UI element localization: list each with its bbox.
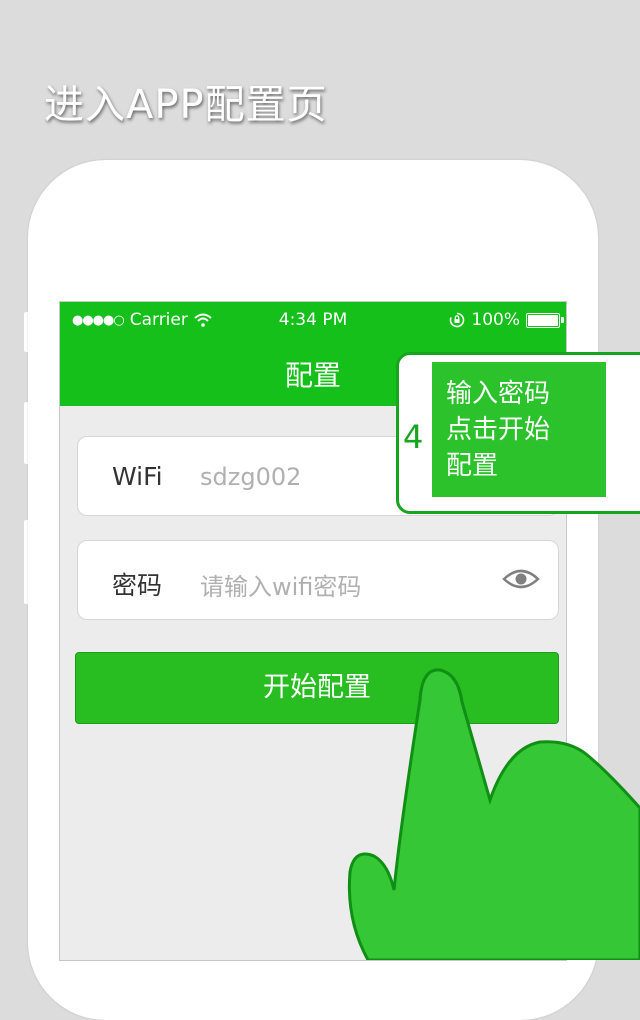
password-field[interactable]: 密码 请输入wifi密码	[77, 540, 559, 620]
headline: 进入APP配置页	[44, 82, 328, 128]
pointing-hand-icon	[347, 668, 640, 960]
battery-icon	[526, 312, 564, 328]
password-input[interactable]: 请输入wifi密码	[200, 567, 361, 602]
eye-icon[interactable]	[502, 565, 540, 593]
instruction-line: 配置	[446, 451, 499, 481]
instruction-line: 输入密码	[446, 379, 551, 409]
rotation-lock-icon	[450, 312, 465, 328]
step-instructions: 输入密码 点击开始 配置	[432, 362, 606, 497]
password-field-label: 密码	[112, 571, 163, 600]
step-number: 4	[403, 418, 424, 456]
status-right: 100%	[449, 310, 564, 330]
wifi-name-input[interactable]: sdzg002	[200, 463, 301, 491]
wifi-field-label: WiFi	[112, 462, 163, 491]
status-bar: ●●●●○ Carrier 4:34 PM 100%	[60, 302, 566, 338]
battery-percentage: 100%	[471, 310, 520, 330]
instruction-line: 点击开始	[446, 415, 551, 445]
